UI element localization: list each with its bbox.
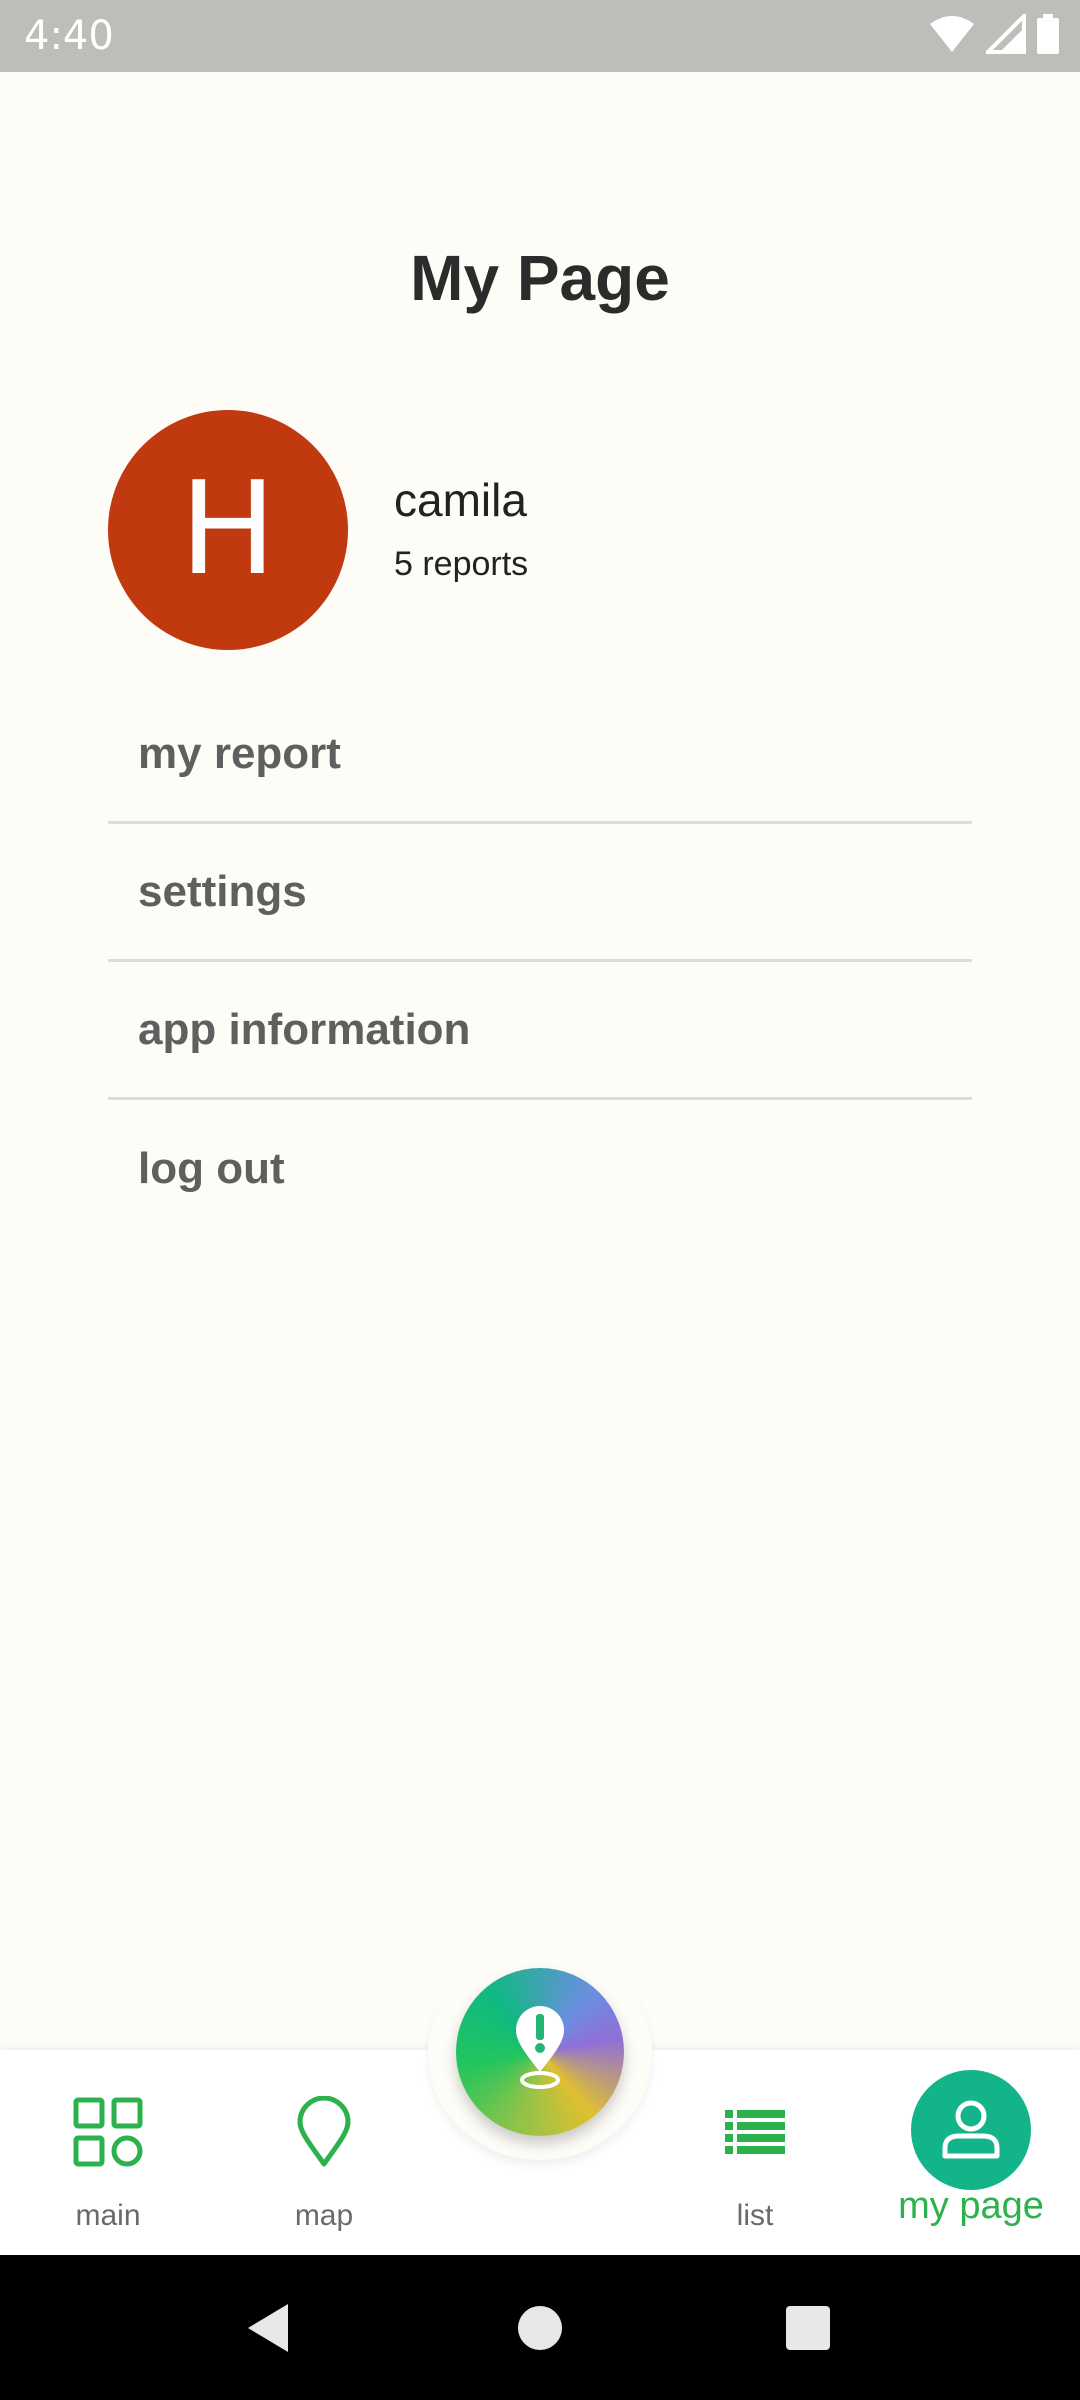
menu-item-label: log out [138,1144,285,1193]
back-icon[interactable] [242,2300,298,2356]
menu-item-my-report[interactable]: my report [108,686,972,824]
nav-label-my-page: my page [898,2185,1044,2227]
map-pin-icon [284,2092,364,2172]
active-tab-indicator [911,2070,1031,2190]
page-title: My Page [410,242,670,314]
user-report-count: 5 reports [394,545,529,583]
menu-item-label: my report [138,728,341,778]
recents-icon[interactable] [780,2300,836,2356]
nav-item-my-page[interactable]: my page [871,2050,1071,2255]
report-fab-button[interactable] [456,1968,624,2136]
nav-label-map: map [294,2199,354,2232]
menu-item-label: app information [138,1004,471,1054]
home-icon[interactable] [512,2300,568,2356]
avatar-letter: H [179,455,277,604]
list-icon [715,2092,795,2172]
status-bar: 4:40 [0,0,1080,72]
report-alert-pin-icon [508,2002,572,2103]
menu-item-settings[interactable]: settings [108,824,972,962]
cellular-signal-icon [983,10,1026,59]
wifi-icon [928,14,976,59]
grid-icon [68,2092,148,2172]
nav-item-list[interactable]: list [655,2050,855,2255]
avatar[interactable]: H [108,410,348,650]
status-time: 4:40 [24,13,114,59]
menu-list: my report settings app information log o… [108,686,972,1238]
nav-label-list: list [736,2199,774,2232]
nav-item-map[interactable]: map [224,2050,424,2255]
menu-item-log-out[interactable]: log out [108,1100,972,1238]
battery-icon [1036,13,1060,59]
status-icons [928,10,1060,59]
nav-item-main[interactable]: main [8,2050,208,2255]
menu-item-app-information[interactable]: app information [108,962,972,1100]
user-name: camila [394,474,527,526]
person-icon [939,2096,1003,2165]
menu-item-label: settings [138,866,307,916]
my-page-screen: 4:40 My Page H camila 5 reports my repor… [0,0,1080,2400]
nav-label-main: main [75,2199,141,2232]
